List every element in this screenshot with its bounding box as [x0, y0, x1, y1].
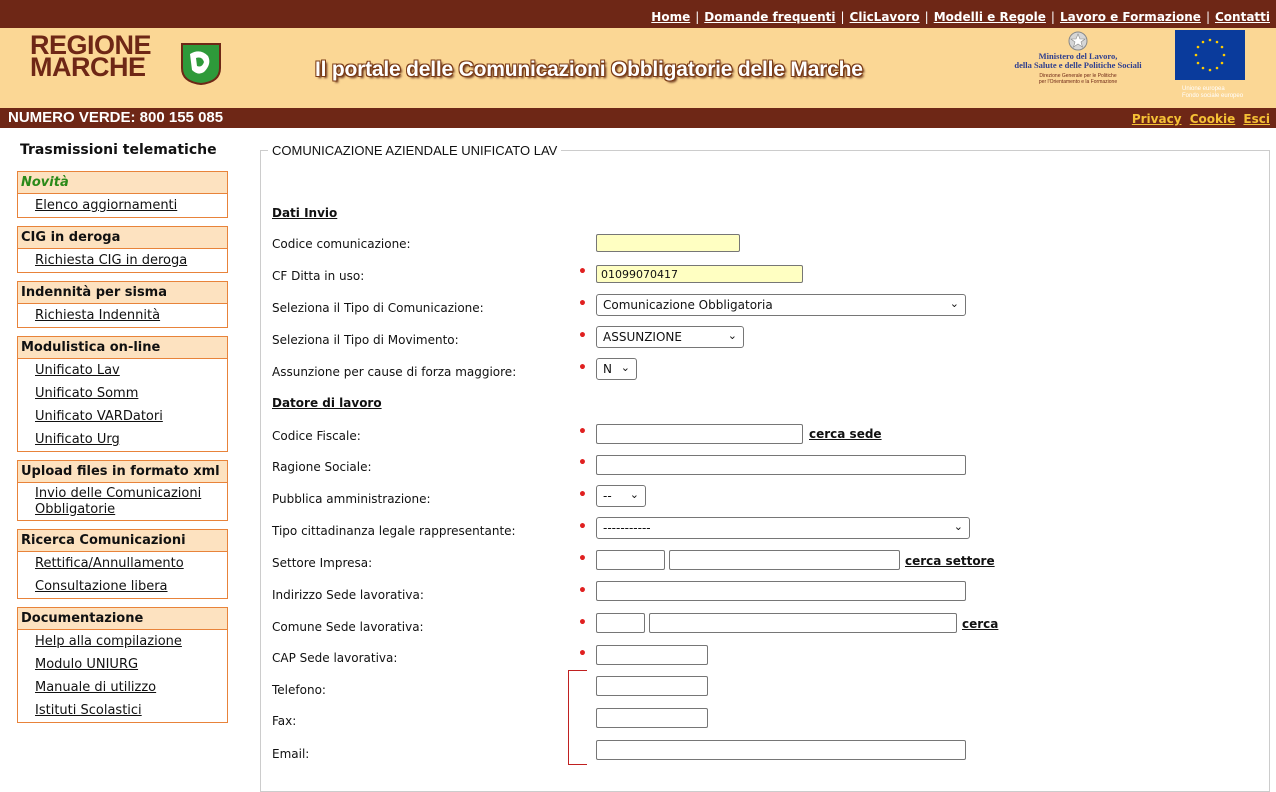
comune-codice-input[interactable]	[596, 613, 645, 633]
required-marker: •	[578, 424, 587, 440]
sidebar-item-richiesta-indennita[interactable]: Richiesta Indennità	[18, 304, 227, 327]
tipo-cittadinanza-select[interactable]: ----------- ⌄	[596, 517, 970, 539]
logo-line2: MARCHE	[30, 52, 146, 82]
sidebar-item-istituti[interactable]: Istituti Scolastici	[18, 699, 227, 722]
sidebar-section-upload: Upload files in formato xml Invio delle …	[17, 460, 228, 521]
cookie-link[interactable]: Cookie	[1190, 112, 1236, 126]
required-marker: •	[578, 455, 587, 471]
sidebar-section-ricerca: Ricerca Comunicazioni Rettifica/Annullam…	[17, 529, 228, 599]
sidebar-item-unificato-somm[interactable]: Unificato Somm	[18, 382, 227, 405]
sidebar-heading: Documentazione	[18, 608, 227, 630]
sidebar-heading: CIG in deroga	[18, 227, 227, 249]
sidebar-section-sisma: Indennità per sisma Richiesta Indennità	[17, 281, 228, 328]
required-marker: •	[578, 328, 587, 344]
tipo-movimento-select[interactable]: ASSUNZIONE ⌄	[596, 326, 744, 348]
ragione-sociale-input[interactable]	[596, 455, 966, 475]
telefono-input[interactable]	[596, 676, 708, 696]
nav-home[interactable]: Home	[651, 10, 690, 24]
sidebar-title: Trasmissioni telematiche	[20, 142, 217, 158]
required-marker: •	[578, 646, 587, 662]
sidebar-item-manuale[interactable]: Manuale di utilizzo	[18, 676, 227, 699]
cf-ditta-input[interactable]: 01099070417	[596, 265, 803, 283]
codice-comunicazione-input[interactable]	[596, 234, 740, 252]
sidebar-section-modulistica: Modulistica on-line Unificato Lav Unific…	[17, 336, 228, 452]
required-marker: •	[578, 296, 587, 312]
required-marker: •	[578, 551, 587, 567]
ministero-sub2: per l'Orientamento e la Formazione	[1038, 79, 1118, 85]
nav-cliclavoro[interactable]: ClicLavoro	[850, 10, 920, 24]
top-nav: Home | Domande frequenti | ClicLavoro | Modell…	[651, 10, 1270, 24]
sidebar-item-elenco-aggiornamenti[interactable]: Elenco aggiornamenti	[18, 194, 227, 217]
esci-link[interactable]: Esci	[1243, 112, 1270, 126]
comune-nome-input[interactable]	[649, 613, 957, 633]
sidebar-item-rettifica[interactable]: Rettifica/Annullamento	[18, 552, 227, 575]
pubblica-amministrazione-select[interactable]: -- ⌄	[596, 485, 646, 507]
sidebar-item-unificato-vardatori[interactable]: Unificato VARDatori	[18, 405, 227, 428]
sidebar-item-unificato-urg[interactable]: Unificato Urg	[18, 428, 227, 451]
privacy-links: Privacy Cookie Esci	[1128, 112, 1270, 126]
required-marker: •	[578, 360, 587, 376]
chevron-down-icon: ⌄	[949, 297, 959, 310]
sidebar-item-invio-comunicazioni[interactable]: Invio delle Comunicazioni Obbligatorie	[18, 483, 227, 520]
chevron-down-icon: ⌄	[629, 488, 639, 501]
required-marker: •	[578, 264, 587, 280]
form-legend: COMUNICAZIONE AZIENDALE UNIFICATO LAV	[268, 143, 562, 158]
sidebar-section-cig: CIG in deroga Richiesta CIG in deroga	[17, 226, 228, 273]
italian-emblem-icon	[1068, 31, 1088, 51]
eu-caption: Unione europea Fondo sociale europeo	[1182, 86, 1244, 99]
nav-contatti[interactable]: Contatti	[1215, 10, 1270, 24]
sidebar-heading: Indennità per sisma	[18, 282, 227, 304]
chevron-down-icon: ⌄	[727, 329, 737, 342]
tipo-comunicazione-select[interactable]: Comunicazione Obbligatoria ⌄	[596, 294, 966, 316]
nav-domande-frequenti[interactable]: Domande frequenti	[704, 10, 835, 24]
indirizzo-sede-input[interactable]	[596, 581, 966, 601]
settore-descrizione-input[interactable]	[669, 550, 900, 570]
required-marker: •	[578, 583, 587, 599]
chevron-down-icon: ⌄	[620, 361, 630, 374]
sidebar-heading: Novità	[18, 172, 227, 194]
codice-fiscale-input[interactable]	[596, 424, 803, 444]
sidebar-heading: Modulistica on-line	[18, 337, 227, 359]
contact-group-bracket	[568, 670, 587, 765]
fax-input[interactable]	[596, 708, 708, 728]
forza-maggiore-select[interactable]: N ⌄	[596, 358, 637, 380]
required-marker: •	[578, 519, 587, 535]
sidebar-item-consultazione[interactable]: Consultazione libera	[18, 575, 227, 598]
sidebar-section-novita: Novità Elenco aggiornamenti	[17, 171, 228, 218]
sidebar-heading: Ricerca Comunicazioni	[18, 530, 227, 552]
sidebar-heading: Upload files in formato xml	[18, 461, 227, 483]
ministero-logo: Ministero del Lavoro, della Salute e del…	[983, 30, 1173, 102]
nav-modelli-regole[interactable]: Modelli e Regole	[934, 10, 1046, 24]
ministero-line2: della Salute e delle Politiche Sociali	[1014, 60, 1142, 70]
numero-verde-bar: NUMERO VERDE: 800 155 085 Privacy Cookie…	[0, 108, 1276, 128]
section-dati-invio: Dati Invio	[272, 206, 338, 220]
nav-lavoro-formazione[interactable]: Lavoro e Formazione	[1060, 10, 1201, 24]
chevron-down-icon: ⌄	[953, 520, 963, 533]
header-banner: REGIONE MARCHE Il portale delle Comunicaz…	[0, 28, 1276, 108]
regione-marche-emblem-icon	[181, 43, 221, 86]
section-datore-lavoro: Datore di lavoro	[272, 396, 382, 410]
cerca-sede-link[interactable]: cerca sede	[809, 427, 882, 441]
sidebar-item-unificato-lav[interactable]: Unificato Lav	[18, 359, 227, 382]
sidebar-section-documentazione: Documentazione Help alla compilazione Mo…	[17, 607, 228, 723]
cerca-comune-link[interactable]: cerca	[962, 617, 998, 631]
required-marker: •	[578, 615, 587, 631]
required-marker: •	[578, 487, 587, 503]
sidebar-item-help[interactable]: Help alla compilazione	[18, 630, 227, 653]
sidebar: Trasmissioni telematiche Novità Elenco a…	[17, 140, 228, 723]
cerca-settore-link[interactable]: cerca settore	[905, 554, 995, 568]
numero-verde: NUMERO VERDE: 800 155 085	[8, 109, 224, 126]
cap-sede-input[interactable]	[596, 645, 708, 665]
sidebar-item-richiesta-cig[interactable]: Richiesta CIG in deroga	[18, 249, 227, 272]
top-bar: Home | Domande frequenti | ClicLavoro | Modell…	[0, 0, 1276, 28]
portal-title: Il portale delle Comunicazioni Obbligato…	[315, 58, 863, 81]
eu-flag-icon	[1175, 30, 1245, 80]
settore-codice-input[interactable]	[596, 550, 665, 570]
privacy-link[interactable]: Privacy	[1132, 112, 1182, 126]
email-input[interactable]	[596, 740, 966, 760]
sidebar-item-modulo-uniurg[interactable]: Modulo UNIURG	[18, 653, 227, 676]
